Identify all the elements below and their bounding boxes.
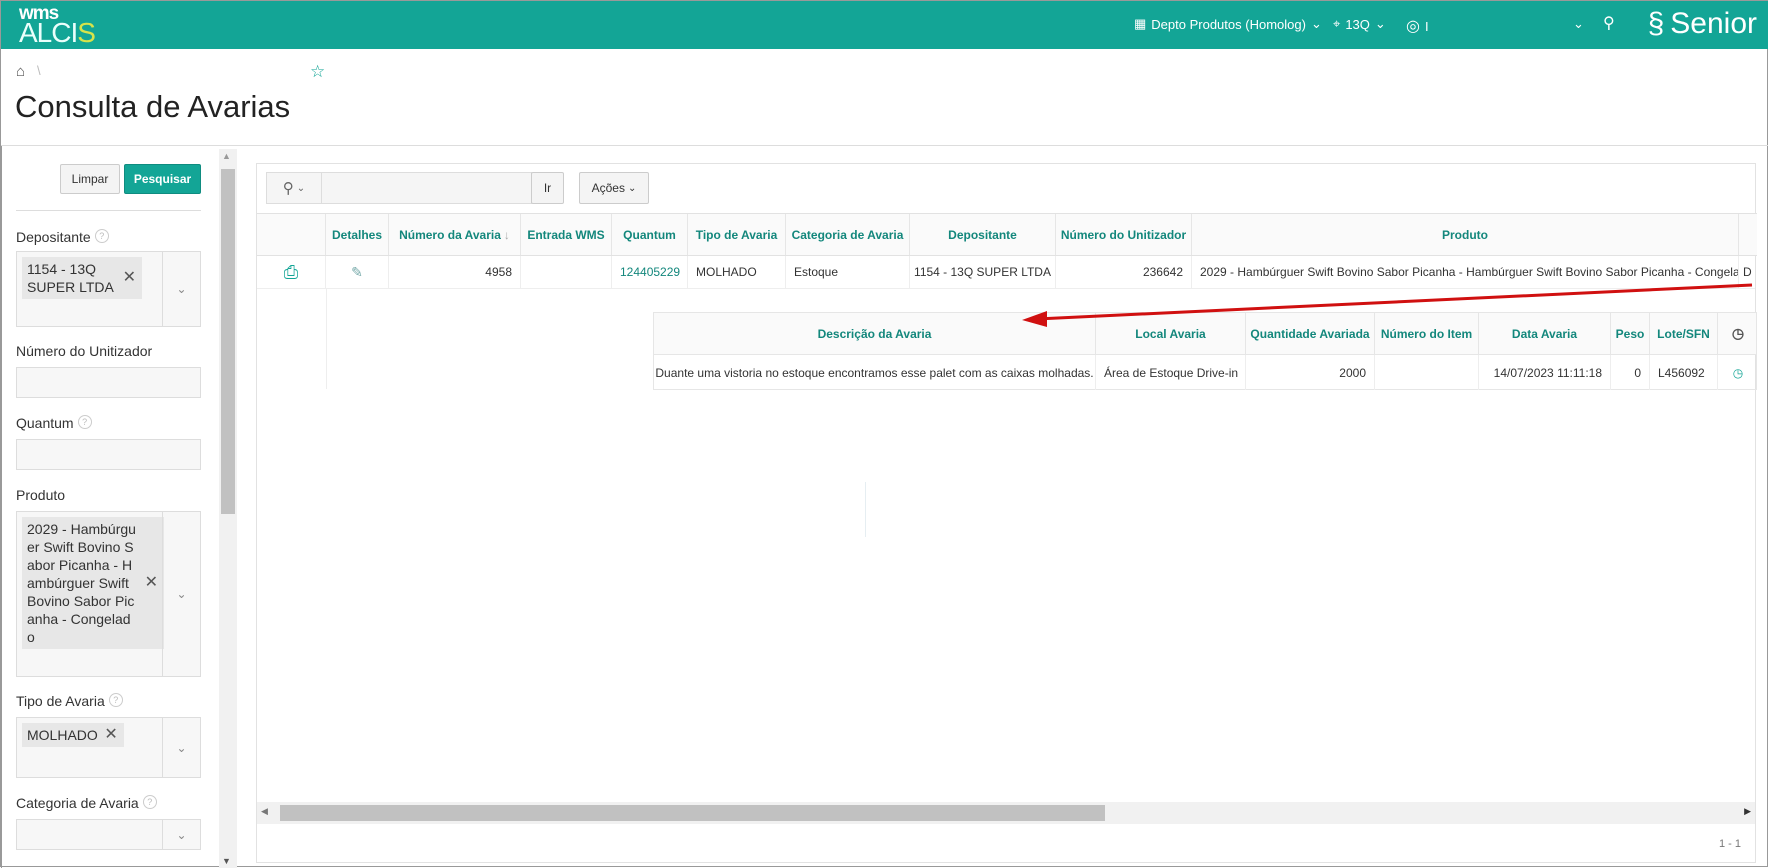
scrollbar-thumb[interactable]: [280, 805, 1105, 821]
faint-line: [865, 482, 866, 537]
scroll-right-arrow[interactable]: ▶: [1744, 806, 1751, 817]
page-title: Consulta de Avarias: [15, 89, 291, 124]
search-button[interactable]: Pesquisar: [124, 164, 201, 194]
top-bar: wms ALCIS ▦ Depto Produtos (Homolog) ⌄ ⌖ 13…: [1, 1, 1768, 49]
tipo-chip: MOLHADO ✕: [22, 723, 124, 747]
help-icon[interactable]: ?: [142, 795, 157, 809]
chevron-down-icon[interactable]: ⌄: [162, 820, 200, 849]
breadcrumb-separator: \: [37, 63, 41, 78]
depositante-select[interactable]: 1154 - 13Q SUPER LTDA ✕ ⌄: [16, 251, 201, 327]
sidebar-scrollbar-thumb[interactable]: [221, 169, 235, 514]
tipo-select[interactable]: MOLHADO ✕ ⌄: [16, 717, 201, 778]
pagination-range: 1 - 1: [1718, 838, 1741, 850]
building-icon: ▦: [1134, 16, 1147, 31]
quantum-input[interactable]: [16, 439, 201, 470]
user-name: I: [1424, 18, 1429, 34]
department-selector[interactable]: ▦ Depto Produtos (Homolog) ⌄: [1134, 16, 1322, 32]
brand-text: Senior: [1670, 7, 1757, 40]
help-icon[interactable]: ?: [108, 693, 123, 707]
help-icon[interactable]: ?: [94, 229, 109, 243]
depositante-label: Depositante?: [16, 229, 109, 245]
divider: [1, 145, 1768, 146]
favorite-star-icon[interactable]: ☆: [310, 62, 325, 82]
remove-icon[interactable]: ✕: [145, 574, 158, 592]
remove-icon[interactable]: ✕: [104, 726, 117, 744]
home-icon[interactable]: ⌂: [16, 63, 25, 80]
depositante-chip: 1154 - 13Q SUPER LTDA ✕: [22, 257, 142, 299]
tipo-label: Tipo de Avaria?: [16, 693, 123, 709]
location-label: 13Q: [1345, 16, 1370, 32]
clear-button[interactable]: Limpar: [60, 164, 120, 194]
user-icon: ◎: [1406, 18, 1420, 35]
categoria-select[interactable]: ⌄: [16, 819, 201, 850]
senior-logo: § Senior: [1648, 7, 1757, 41]
quantum-label: Quantum?: [16, 415, 92, 431]
chevron-down-icon: ⌄: [1374, 16, 1386, 31]
expand-chevron[interactable]: ⌄: [1573, 16, 1584, 32]
logo-alcis[interactable]: ALCIS: [19, 17, 96, 49]
produto-chip: 2029 - Hambúrguer Swift Bovino Sabor Pic…: [22, 517, 164, 649]
location-selector[interactable]: ⌖ 13Q ⌄: [1333, 16, 1386, 32]
senior-logo-icon: §: [1647, 7, 1665, 40]
scroll-up-arrow[interactable]: ▲: [222, 151, 231, 161]
results-panel: ⚲ ⌄ Ir Ações ⌄ Detalhes Número da Avaria ↓ En…: [256, 163, 1757, 863]
search-icon[interactable]: ⚲: [1603, 13, 1615, 33]
remove-icon[interactable]: ✕: [123, 269, 136, 287]
produto-select[interactable]: 2029 - Hambúrguer Swift Bovino Sabor Pic…: [16, 511, 201, 677]
department-label: Depto Produtos (Homolog): [1151, 16, 1306, 32]
unitizador-label: Número do Unitizador: [16, 343, 153, 359]
chevron-down-icon[interactable]: ⌄: [162, 512, 200, 676]
sidebar-border: [1, 146, 2, 868]
scroll-left-arrow[interactable]: ◀: [261, 806, 268, 817]
scroll-down-arrow[interactable]: ▼: [222, 856, 231, 866]
horizontal-scrollbar[interactable]: ◀ ▶: [257, 802, 1755, 824]
produto-label: Produto: [16, 487, 66, 503]
location-pin-icon: ⌖: [1333, 16, 1341, 31]
chevron-down-icon[interactable]: ⌄: [162, 252, 200, 326]
help-icon[interactable]: ?: [77, 415, 92, 429]
annotation-arrow: [1022, 283, 1753, 327]
user-menu[interactable]: ◎ I: [1406, 16, 1429, 36]
chevron-down-icon: ⌄: [1310, 16, 1322, 31]
chevron-down-icon[interactable]: ⌄: [162, 718, 200, 777]
categoria-label: Categoria de Avaria?: [16, 795, 157, 811]
unitizador-input[interactable]: [16, 367, 201, 398]
divider: [16, 210, 201, 211]
